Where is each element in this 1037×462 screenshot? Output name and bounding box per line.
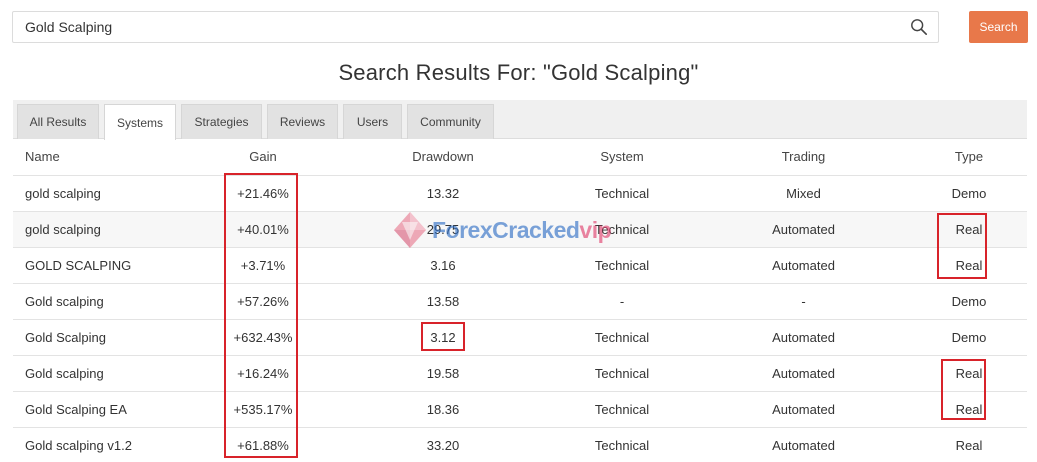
- row-system: Technical: [548, 391, 696, 428]
- row-trading: -: [696, 283, 911, 320]
- header-system[interactable]: System: [548, 139, 696, 176]
- row-gain: +40.01%: [188, 211, 338, 248]
- header-drawdown[interactable]: Drawdown: [338, 139, 548, 176]
- row-drawdown: 18.36: [338, 391, 548, 428]
- tab-reviews[interactable]: Reviews: [267, 104, 338, 139]
- page-title: Search Results For: "Gold Scalping": [338, 60, 699, 85]
- row-gain: +21.46%: [188, 175, 338, 212]
- tab-systems[interactable]: Systems: [104, 104, 176, 140]
- row-gain: +3.71%: [188, 247, 338, 284]
- search-bar: [12, 11, 939, 43]
- table-row: gold scalping +21.46% 13.32 Technical Mi…: [13, 175, 1027, 212]
- row-trading: Automated: [696, 319, 911, 356]
- row-type: Demo: [911, 175, 1027, 212]
- row-type: Real: [911, 355, 1027, 392]
- row-drawdown: 3.16: [338, 247, 548, 284]
- header-gain[interactable]: Gain: [188, 139, 338, 176]
- table-row: Gold scalping +16.24% 19.58 Technical Au…: [13, 355, 1027, 392]
- table-row: Gold scalping v1.2 +61.88% 33.20 Technic…: [13, 427, 1027, 462]
- row-gain: +632.43%: [188, 319, 338, 356]
- row-system: Technical: [548, 175, 696, 212]
- search-input[interactable]: [13, 12, 893, 42]
- tabs-bar: All Results Systems Strategies Reviews U…: [13, 100, 1027, 140]
- tab-strategies[interactable]: Strategies: [181, 104, 262, 139]
- row-system: Technical: [548, 211, 696, 248]
- row-name-link[interactable]: Gold Scalping EA: [13, 391, 188, 428]
- row-trading: Mixed: [696, 175, 911, 212]
- table-header-row: Name Gain Drawdown System Trading Type: [13, 139, 1027, 176]
- row-type: Demo: [911, 283, 1027, 320]
- row-name-link[interactable]: Gold scalping: [13, 355, 188, 392]
- row-name-link[interactable]: gold scalping: [13, 211, 188, 248]
- table-row: GOLD SCALPING +3.71% 3.16 Technical Auto…: [13, 247, 1027, 284]
- row-name-link[interactable]: GOLD SCALPING: [13, 247, 188, 284]
- results-table: Name Gain Drawdown System Trading Type g…: [13, 139, 1027, 462]
- row-type: Real: [911, 391, 1027, 428]
- row-system: Technical: [548, 427, 696, 462]
- row-type: Real: [911, 211, 1027, 248]
- row-drawdown: 3.12: [338, 319, 548, 356]
- row-drawdown: 13.58: [338, 283, 548, 320]
- row-name-link[interactable]: Gold Scalping: [13, 319, 188, 356]
- row-drawdown: 19.58: [338, 355, 548, 392]
- tab-community[interactable]: Community: [407, 104, 494, 139]
- row-drawdown: 13.32: [338, 175, 548, 212]
- table-row: gold scalping +40.01% 29.75 Technical Au…: [13, 211, 1027, 248]
- search-icon[interactable]: [910, 18, 928, 36]
- row-type: Real: [911, 247, 1027, 284]
- row-system: -: [548, 283, 696, 320]
- row-name-link[interactable]: Gold scalping: [13, 283, 188, 320]
- header-trading[interactable]: Trading: [696, 139, 911, 176]
- row-name-link[interactable]: Gold scalping v1.2: [13, 427, 188, 462]
- header-type[interactable]: Type: [911, 139, 1027, 176]
- row-gain: +16.24%: [188, 355, 338, 392]
- row-trading: Automated: [696, 247, 911, 284]
- row-name-link[interactable]: gold scalping: [13, 175, 188, 212]
- row-drawdown: 33.20: [338, 427, 548, 462]
- table-row: Gold Scalping EA +535.17% 18.36 Technica…: [13, 391, 1027, 428]
- row-type: Demo: [911, 319, 1027, 356]
- row-system: Technical: [548, 247, 696, 284]
- row-trading: Automated: [696, 391, 911, 428]
- row-system: Technical: [548, 355, 696, 392]
- row-trading: Automated: [696, 427, 911, 462]
- row-trading: Automated: [696, 211, 911, 248]
- row-drawdown: 29.75: [338, 211, 548, 248]
- row-system: Technical: [548, 319, 696, 356]
- header-name[interactable]: Name: [13, 139, 188, 176]
- row-gain: +57.26%: [188, 283, 338, 320]
- row-gain: +535.17%: [188, 391, 338, 428]
- row-trading: Automated: [696, 355, 911, 392]
- table-row: Gold Scalping +632.43% 3.12 Technical Au…: [13, 319, 1027, 356]
- row-type: Real: [911, 427, 1027, 462]
- table-row: Gold scalping +57.26% 13.58 - - Demo: [13, 283, 1027, 320]
- tab-users[interactable]: Users: [343, 104, 402, 139]
- search-button[interactable]: Search: [969, 11, 1028, 43]
- row-gain: +61.88%: [188, 427, 338, 462]
- tab-all-results[interactable]: All Results: [17, 104, 99, 139]
